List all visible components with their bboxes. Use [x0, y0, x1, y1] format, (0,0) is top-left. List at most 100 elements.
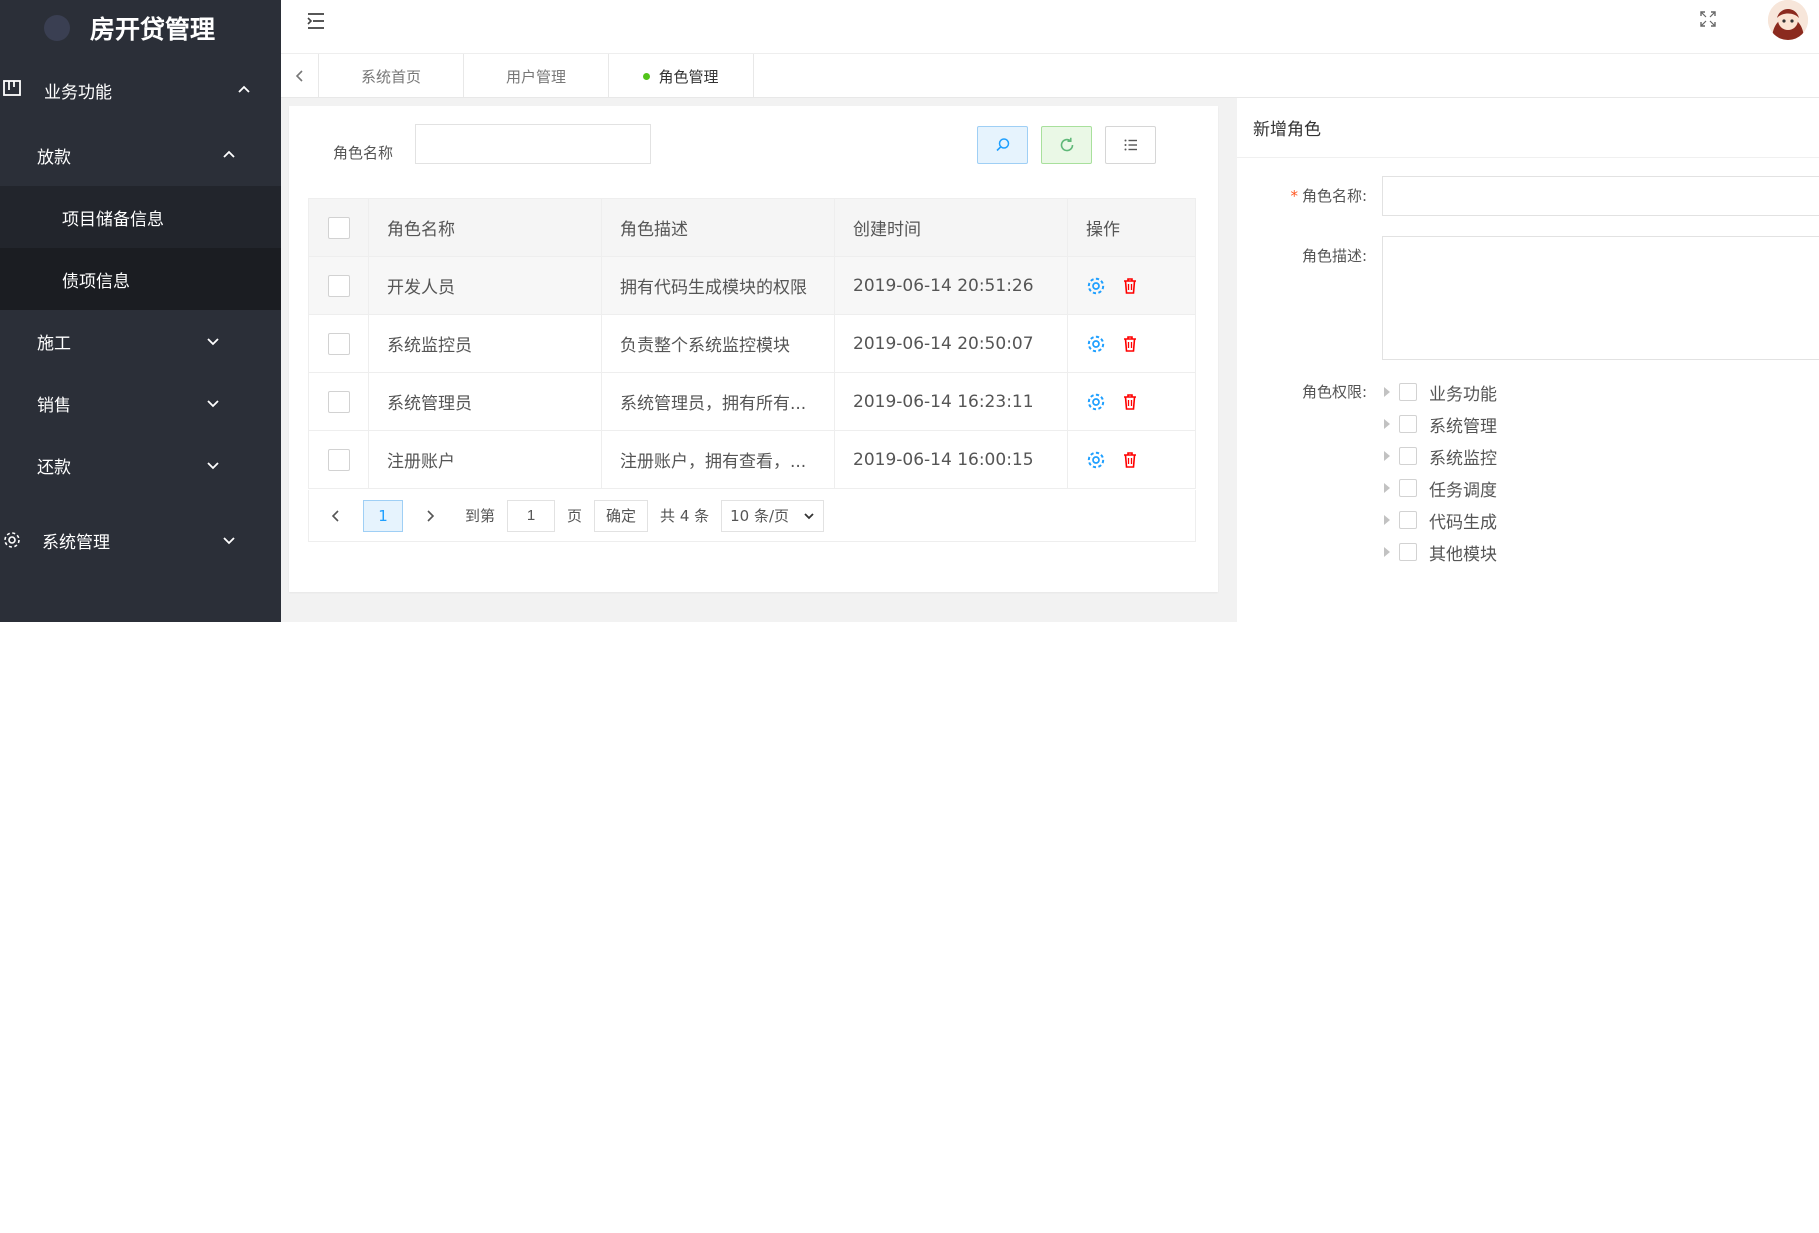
- board-icon: [3, 80, 21, 96]
- chevron-up-icon: [223, 150, 235, 158]
- tree-node-label: 系统监控: [1429, 448, 1497, 469]
- sidebar-group-system[interactable]: 系统管理: [0, 496, 281, 584]
- fullscreen-icon[interactable]: [1698, 9, 1718, 29]
- tree-checkbox[interactable]: [1399, 511, 1417, 529]
- menu-toggle-icon[interactable]: [305, 10, 327, 32]
- role-name-cell: 开发人员: [368, 256, 602, 315]
- table-row: 系统管理员 系统管理员，拥有所有... 2019-06-14 16:23:11: [308, 372, 1196, 431]
- settings-icon[interactable]: [1086, 334, 1106, 354]
- row-select-cell: [308, 430, 369, 489]
- settings-icon[interactable]: [1086, 392, 1106, 412]
- actions-cell: [1067, 372, 1196, 431]
- caret-right-icon[interactable]: [1384, 451, 1390, 461]
- delete-icon[interactable]: [1120, 276, 1140, 296]
- row-checkbox[interactable]: [327, 448, 350, 471]
- actions-cell: [1067, 430, 1196, 489]
- settings-icon[interactable]: [1086, 276, 1106, 296]
- role-name-cell: 系统管理员: [368, 372, 602, 431]
- tab-role-management[interactable]: 角色管理: [609, 54, 754, 98]
- page-number-current[interactable]: 1: [363, 499, 403, 532]
- tree-checkbox[interactable]: [1399, 447, 1417, 465]
- goto-page-input[interactable]: [507, 499, 556, 532]
- tree-node: 业务功能: [1384, 376, 1497, 408]
- caret-right-icon[interactable]: [1384, 419, 1390, 429]
- next-page-button[interactable]: [419, 505, 441, 527]
- chevron-up-icon: [238, 85, 250, 93]
- sidebar-item-shigong[interactable]: 施工: [0, 310, 281, 372]
- sidebar-submenu: 项目储备信息 债项信息: [0, 186, 281, 310]
- avatar[interactable]: [1768, 0, 1808, 40]
- role-desc-field[interactable]: [1382, 236, 1819, 360]
- sidebar-group-label: 系统管理: [42, 532, 110, 553]
- prev-page-button[interactable]: [325, 505, 347, 527]
- row-checkbox[interactable]: [327, 390, 350, 413]
- chevron-down-icon: [804, 512, 814, 519]
- column-header: 操作: [1067, 198, 1196, 257]
- select-all-checkbox[interactable]: [327, 216, 350, 239]
- refresh-icon: [1060, 137, 1073, 152]
- sidebar-group-label: 业务功能: [44, 82, 112, 103]
- new-role-panel: 新增角色 * 角色名称: 角色描述: 角色权限: 业务功能 系统管理 系统监控 任…: [1227, 98, 1819, 622]
- settings-icon[interactable]: [1086, 450, 1106, 470]
- caret-right-icon[interactable]: [1384, 515, 1390, 525]
- refresh-button[interactable]: [1041, 126, 1092, 164]
- delete-icon[interactable]: [1120, 392, 1140, 412]
- page-size-select[interactable]: 10 条/页: [721, 499, 825, 532]
- search-icon: [995, 138, 1009, 152]
- role-list-card: 角色名称 角色名称 角色描述 创建时间 操作 开发人员 拥有代码生成模块的权限 …: [289, 106, 1218, 592]
- sidebar-item-fangkuan[interactable]: 放款: [0, 124, 281, 186]
- sidebar-item-label: 销售: [37, 395, 71, 416]
- column-header: 角色描述: [601, 198, 835, 257]
- goto-confirm-button[interactable]: 确定: [594, 499, 649, 532]
- sidebar-item-label: 项目储备信息: [62, 209, 164, 230]
- tree-checkbox[interactable]: [1399, 415, 1417, 433]
- created-time-cell: 2019-06-14 20:51:26: [834, 256, 1068, 315]
- sidebar-item-xiaoshou[interactable]: 销售: [0, 372, 281, 434]
- row-checkbox[interactable]: [327, 274, 350, 297]
- delete-icon[interactable]: [1120, 334, 1140, 354]
- tree-node: 任务调度: [1384, 472, 1497, 504]
- row-select-cell: [308, 372, 369, 431]
- tree-node-label: 代码生成: [1429, 512, 1497, 533]
- created-time-cell: 2019-06-14 16:23:11: [834, 372, 1068, 431]
- sidebar-item-project-reserve[interactable]: 项目储备信息: [0, 186, 281, 248]
- tree-checkbox[interactable]: [1399, 543, 1417, 561]
- role-name-label-text: 角色名称:: [1301, 187, 1367, 205]
- sidebar-group-business[interactable]: 业务功能: [0, 56, 281, 124]
- caret-right-icon[interactable]: [1384, 483, 1390, 493]
- role-name-search-input[interactable]: [415, 124, 651, 164]
- list-icon: [1124, 139, 1137, 151]
- tree-checkbox[interactable]: [1399, 383, 1417, 401]
- sidebar: 房开贷管理 业务功能 放款 项目储备信息 债项信息 施工 销售 还款 系统管理: [0, 0, 281, 622]
- role-name-field[interactable]: [1382, 176, 1819, 216]
- sidebar-item-label: 放款: [37, 147, 71, 168]
- role-desc-cell: 注册账户，拥有查看，...: [601, 430, 835, 489]
- sidebar-item-debt-info[interactable]: 债项信息: [0, 248, 281, 310]
- tree-node: 系统管理: [1384, 408, 1497, 440]
- tab-user-management[interactable]: 用户管理: [464, 54, 609, 98]
- actions-cell: [1067, 314, 1196, 373]
- delete-icon[interactable]: [1120, 450, 1140, 470]
- tree-node: 代码生成: [1384, 504, 1497, 536]
- total-count: 共 4 条: [660, 507, 710, 525]
- row-checkbox[interactable]: [327, 332, 350, 355]
- role-perm-label: 角色权限:: [1301, 383, 1367, 401]
- columns-toggle-button[interactable]: [1105, 126, 1156, 164]
- tab-label: 用户管理: [505, 67, 566, 86]
- tab-home[interactable]: 系统首页: [319, 54, 464, 98]
- tree-checkbox[interactable]: [1399, 479, 1417, 497]
- table-row: 系统监控员 负责整个系统监控模块 2019-06-14 20:50:07: [308, 314, 1196, 373]
- role-name-cell: 注册账户: [368, 430, 602, 489]
- role-name-cell: 系统监控员: [368, 314, 602, 373]
- caret-right-icon[interactable]: [1384, 387, 1390, 397]
- sidebar-item-huankuan[interactable]: 还款: [0, 434, 281, 496]
- role-desc-cell: 拥有代码生成模块的权限: [601, 256, 835, 315]
- caret-right-icon[interactable]: [1384, 547, 1390, 557]
- active-tab-dot: [643, 72, 651, 80]
- table-header-row: 角色名称 角色描述 创建时间 操作: [308, 198, 1196, 257]
- tree-node: 其他模块: [1384, 536, 1497, 568]
- tab-label: 系统首页: [360, 67, 421, 86]
- search-button[interactable]: [977, 126, 1028, 164]
- tabs-scroll-left-button[interactable]: [281, 54, 319, 98]
- chevron-right-icon: [427, 509, 435, 522]
